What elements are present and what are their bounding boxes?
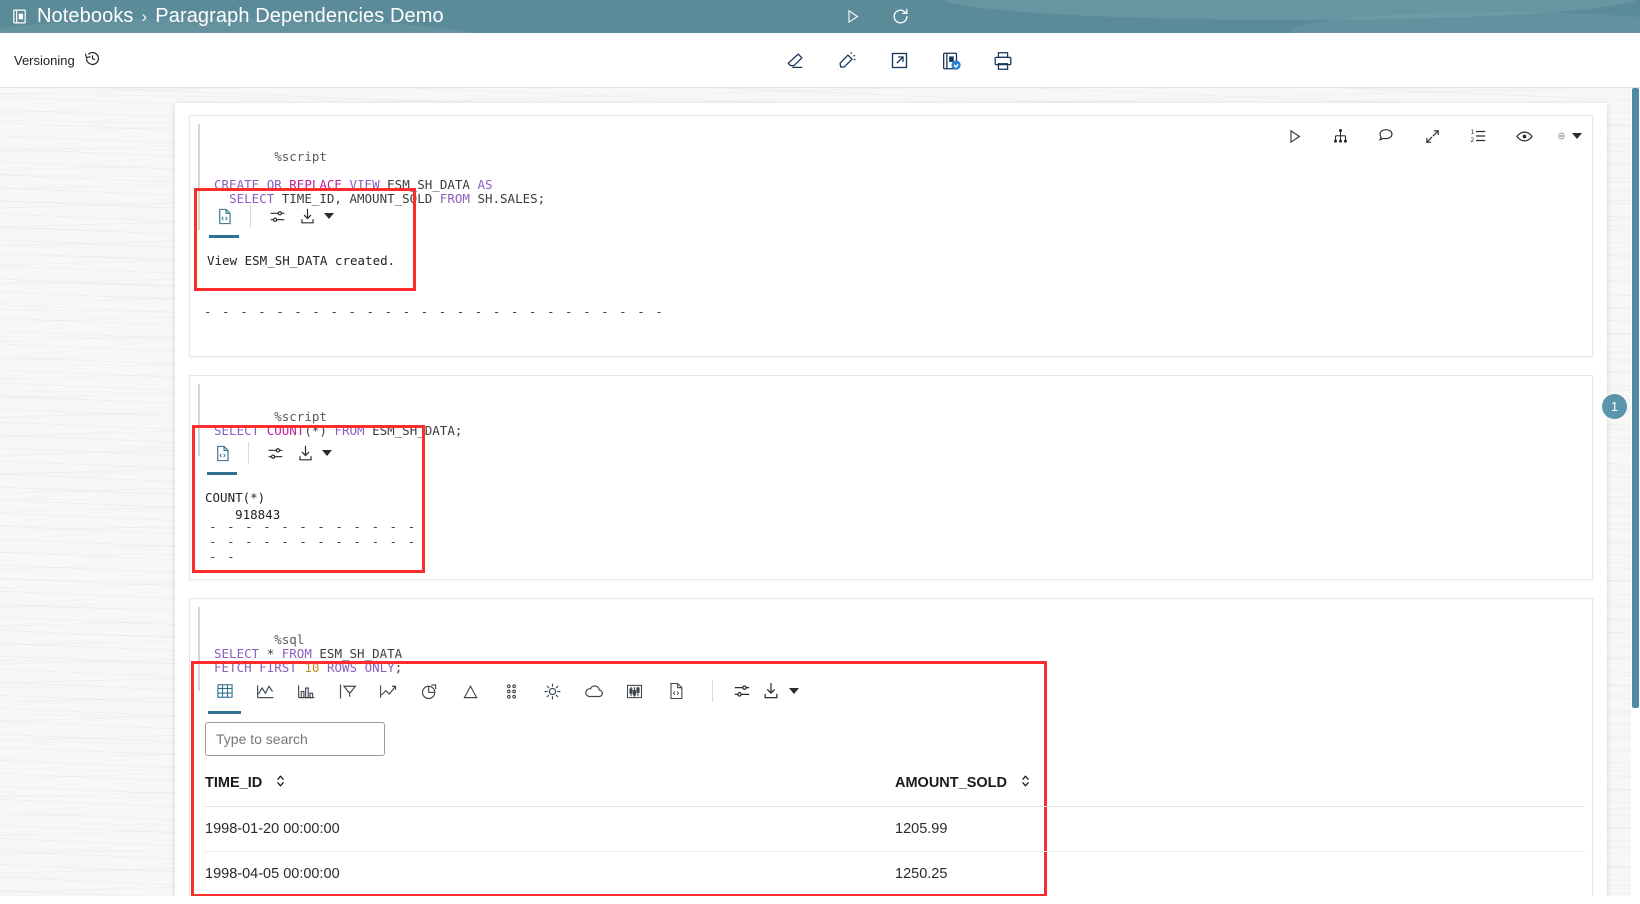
table-header-row: TIME_ID AMOUNT_SOLD	[205, 770, 1585, 807]
app-header: Notebooks › Paragraph Dependencies Demo	[0, 0, 1640, 33]
paragraph-0-separator: - - - - - - - - - - - - - - - - - - - - …	[204, 304, 665, 319]
paragraph-0-output: View ESM_SH_DATA created.	[207, 253, 396, 268]
toolbar-divider	[712, 680, 713, 702]
breadcrumb-separator: ›	[141, 6, 148, 26]
table-row[interactable]: 1998-04-05 00:00:00 1250.25	[205, 851, 1585, 897]
vertical-scrollbar-thumb[interactable]	[1632, 88, 1639, 708]
header-decoration-wave	[1290, 12, 1640, 33]
svg-text:2: 2	[1471, 137, 1475, 144]
vertical-scrollbar[interactable]	[1631, 88, 1640, 904]
comment-icon[interactable]	[1374, 124, 1398, 148]
notebook-toolbar-actions	[780, 33, 1018, 88]
visibility-icon[interactable]	[1512, 124, 1536, 148]
paragraph-0[interactable]: 1 2 %script CREATE OR REPLACE VIEW ESM_S…	[189, 115, 1593, 357]
run-paragraph-icon[interactable]	[1282, 124, 1306, 148]
expand-icon[interactable]	[1420, 124, 1444, 148]
svg-text:1: 1	[1471, 129, 1475, 136]
paragraph-1-magic: %script	[274, 409, 327, 424]
viz-tab-scatter[interactable]	[491, 675, 532, 707]
settings-chevron-down-icon[interactable]	[1572, 133, 1582, 139]
notebook-icon	[10, 8, 28, 26]
paragraph-1-index-badge: 1	[1602, 394, 1627, 419]
paragraph-0-toolbar: 1 2	[1282, 124, 1582, 148]
search-input[interactable]	[205, 722, 385, 756]
download-chevron-down-icon[interactable]	[322, 450, 332, 456]
history-clock-icon	[83, 49, 102, 71]
paragraph-1[interactable]: 1 %script SELECT COUNT(*) FROM ESM_SH_DA…	[189, 375, 1627, 580]
viz-tab-grid[interactable]	[204, 675, 245, 714]
visualization-tabs	[194, 664, 1044, 714]
header-decoration-wave	[940, 0, 1640, 20]
dependency-graph-icon[interactable]	[1328, 124, 1352, 148]
notebook-canvas: 1 2 %script CREATE OR REPLACE VIEW ESM_S…	[175, 103, 1627, 904]
cell-amount-sold: 1205.99	[895, 806, 1585, 852]
script-output-tab[interactable]	[207, 200, 241, 238]
notebook-toolbar: Versioning	[0, 33, 1640, 88]
settings-gear-icon[interactable]	[1558, 124, 1582, 148]
paragraph-1-result-annotation: COUNT(*) 918843 - - - - - - - - - - - - …	[192, 425, 425, 573]
sort-toggle-icon[interactable]	[275, 774, 286, 792]
column-header-time-id[interactable]: TIME_ID	[205, 770, 895, 807]
sort-toggle-icon[interactable]	[1020, 774, 1031, 792]
cell-amount-sold: 1250.25	[895, 851, 1585, 897]
run-all-icon[interactable]	[840, 5, 864, 29]
viz-download-icon[interactable]	[757, 675, 785, 707]
viz-tab-area[interactable]	[368, 675, 409, 707]
horizontal-scrollbar[interactable]	[0, 896, 1631, 904]
download-results-icon[interactable]	[294, 200, 320, 232]
breadcrumb: Notebooks › Paragraph Dependencies Demo	[10, 5, 444, 28]
toolbar-divider	[248, 442, 249, 464]
viz-tab-pie[interactable]	[409, 675, 450, 707]
header-actions	[840, 0, 912, 33]
column-header-amount-sold[interactable]: AMOUNT_SOLD	[895, 770, 1585, 807]
table-row[interactable]: 1998-01-20 00:00:00 1205.99	[205, 806, 1585, 852]
viz-tab-line[interactable]	[245, 675, 286, 707]
paragraph-0-result-annotation: View ESM_SH_DATA created.	[194, 188, 416, 291]
viz-tab-candlestick[interactable]	[614, 675, 655, 707]
result-settings-icon[interactable]	[258, 437, 292, 469]
viz-tab-raw[interactable]	[655, 675, 696, 707]
refresh-icon[interactable]	[888, 5, 912, 29]
save-notebook-icon[interactable]	[936, 46, 966, 76]
viz-tab-sunburst[interactable]	[532, 675, 573, 707]
viz-tab-funnel[interactable]	[327, 675, 368, 707]
clear-all-output-icon[interactable]	[832, 46, 862, 76]
viz-settings-icon[interactable]	[727, 675, 757, 707]
toolbar-divider	[250, 205, 251, 227]
print-icon[interactable]	[988, 46, 1018, 76]
viz-tab-bar[interactable]	[286, 675, 327, 707]
viz-download-chevron-down-icon[interactable]	[789, 688, 799, 694]
column-label: AMOUNT_SOLD	[895, 774, 1007, 791]
viz-tab-cloud[interactable]	[573, 675, 614, 707]
line-numbers-icon[interactable]: 1 2	[1466, 124, 1490, 148]
paragraph-0-result-tabs	[197, 191, 413, 238]
paragraph-2-result-annotation: TIME_ID AMOUNT_SOLD	[191, 661, 1585, 897]
script-output-tab[interactable]	[205, 437, 239, 475]
cell-time-id: 1998-01-20 00:00:00	[205, 806, 895, 852]
paragraph-1-result-tabs	[195, 428, 422, 475]
paragraph-2[interactable]: 2 %sql SELECT * FROM ESM_SH_DATA FETCH F…	[189, 598, 1593, 898]
paragraph-1-output: COUNT(*) 918843	[205, 490, 281, 522]
paragraph-0-magic: %script	[274, 149, 327, 164]
breadcrumb-current: Paragraph Dependencies Demo	[155, 5, 444, 27]
versioning-label: Versioning	[14, 52, 75, 68]
paragraph-2-magic: %sql	[274, 632, 305, 647]
result-grid-table: TIME_ID AMOUNT_SOLD 1998-01-20 00:00:00 …	[205, 770, 1585, 897]
cell-time-id: 1998-04-05 00:00:00	[205, 851, 895, 897]
viz-tab-pyramid[interactable]	[450, 675, 491, 707]
open-external-icon[interactable]	[884, 46, 914, 76]
notebook-workspace: 1 2 %script CREATE OR REPLACE VIEW ESM_S…	[0, 88, 1640, 904]
breadcrumb-notebooks[interactable]: Notebooks	[37, 5, 134, 28]
column-label: TIME_ID	[205, 774, 263, 791]
clear-results-icon[interactable]	[780, 46, 810, 76]
result-settings-icon[interactable]	[260, 200, 294, 232]
paragraph-1-separator: - - - - - - - - - - - - - - - - - - - - …	[209, 519, 417, 564]
grid-search-wrapper	[194, 710, 1044, 756]
versioning-button[interactable]: Versioning	[14, 49, 102, 71]
download-results-icon[interactable]	[292, 437, 318, 469]
download-chevron-down-icon[interactable]	[324, 213, 334, 219]
